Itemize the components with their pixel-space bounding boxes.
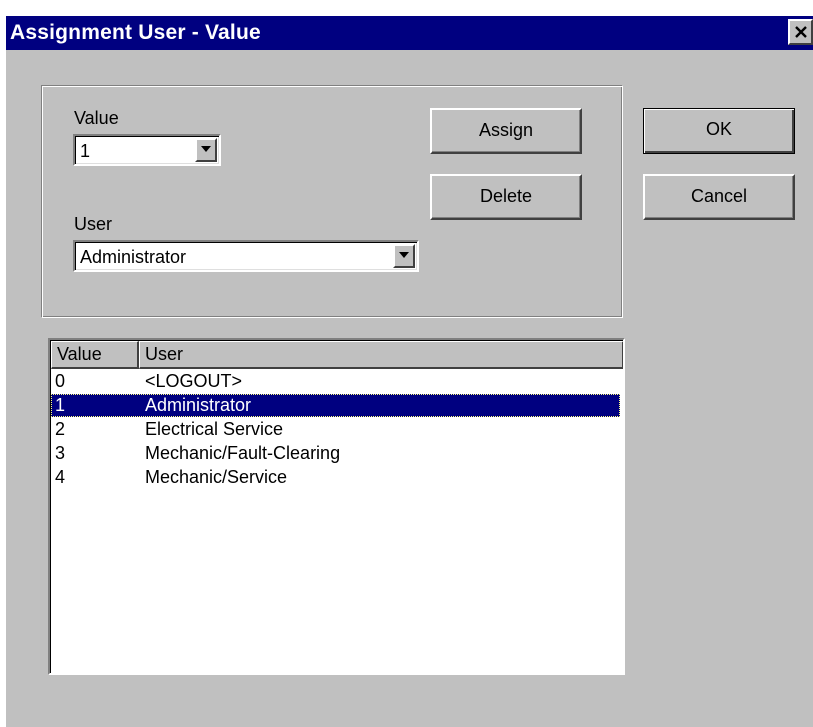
window-title: Assignment User - Value — [10, 21, 261, 44]
list-row[interactable]: 0 <LOGOUT> — [51, 370, 620, 393]
value-dropdown[interactable]: 1 — [73, 134, 221, 166]
row-value: 4 — [55, 467, 66, 487]
row-value: 2 — [55, 419, 66, 439]
list-row[interactable]: 4 Mechanic/Service — [51, 466, 620, 489]
list-row[interactable]: 3 Mechanic/Fault-Clearing — [51, 442, 620, 465]
list-header: Value User — [51, 341, 623, 369]
user-dropdown[interactable]: Administrator — [73, 240, 419, 272]
row-user: Electrical Service — [145, 419, 284, 439]
value-dropdown-selected: 1 — [80, 141, 91, 161]
chevron-down-icon — [399, 252, 409, 258]
value-label: Value — [74, 108, 119, 128]
column-header-value[interactable]: Value — [51, 341, 139, 369]
list-row-selected[interactable]: 1 Administrator — [51, 394, 620, 417]
row-user: <LOGOUT> — [145, 371, 243, 391]
row-user: Administrator — [145, 395, 252, 415]
row-user: Mechanic/Fault-Clearing — [145, 443, 341, 463]
column-header-user[interactable]: User — [139, 341, 623, 369]
delete-button[interactable]: Delete — [430, 174, 582, 220]
assignment-dialog: Assignment User - Value Value 1 User Adm… — [6, 16, 813, 727]
close-icon — [795, 26, 807, 38]
row-user: Mechanic/Service — [145, 467, 288, 487]
user-dropdown-button[interactable] — [393, 244, 415, 268]
value-dropdown-button[interactable] — [195, 138, 217, 162]
title-bar[interactable]: Assignment User - Value — [6, 16, 813, 50]
assignment-list[interactable]: Value User 0 <LOGOUT> 1 Administrator 2 … — [48, 338, 625, 675]
list-row[interactable]: 2 Electrical Service — [51, 418, 620, 441]
ok-button[interactable]: OK — [643, 108, 795, 154]
user-dropdown-selected: Administrator — [80, 247, 187, 267]
close-button[interactable] — [788, 19, 813, 45]
chevron-down-icon — [201, 146, 211, 152]
row-value: 0 — [55, 371, 66, 391]
row-value: 1 — [55, 395, 66, 415]
user-label: User — [74, 214, 113, 234]
assign-button[interactable]: Assign — [430, 108, 582, 154]
row-value: 3 — [55, 443, 66, 463]
cancel-button[interactable]: Cancel — [643, 174, 795, 220]
